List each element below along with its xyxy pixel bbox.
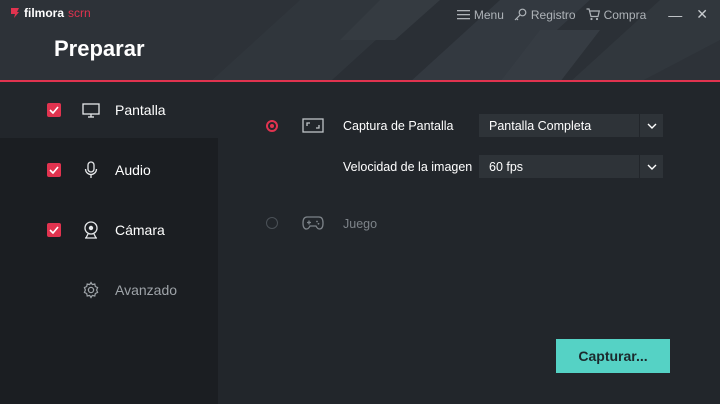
gamepad-icon bbox=[302, 216, 324, 230]
app-window: filmora scrn Preparar Menu Registro Comp… bbox=[0, 0, 720, 404]
menu-button[interactable]: Menu bbox=[456, 7, 504, 22]
logo-product: scrn bbox=[68, 6, 91, 20]
capture-button[interactable]: Capturar... bbox=[556, 339, 670, 373]
logo-brand: filmora bbox=[24, 6, 65, 20]
registro-label: Registro bbox=[530, 7, 576, 22]
chevron-down-icon bbox=[639, 155, 663, 178]
hamburger-icon bbox=[456, 10, 470, 20]
registro-button[interactable]: Registro bbox=[514, 8, 576, 22]
compra-label: Compra bbox=[603, 7, 647, 22]
menu-label: Menu bbox=[473, 7, 504, 22]
framerate-select[interactable]: 60 fps bbox=[479, 155, 663, 178]
main-panel: Captura de Pantalla Pantalla Completa Ve… bbox=[218, 82, 720, 404]
top-menu: Menu Registro Compra — ✕ bbox=[456, 6, 708, 23]
sidebar-item-pantalla[interactable]: Pantalla bbox=[0, 82, 218, 138]
sidebar-item-label: Avanzado bbox=[115, 282, 178, 298]
sidebar-item-avanzado[interactable]: Avanzado bbox=[0, 262, 218, 318]
sidebar: Pantalla Audio Cámara Avanzado bbox=[0, 82, 218, 404]
close-button[interactable]: ✕ bbox=[696, 6, 708, 23]
screen-capture-radio[interactable] bbox=[266, 120, 278, 132]
sidebar-item-label: Cámara bbox=[115, 222, 165, 238]
screen-mode-value: Pantalla Completa bbox=[489, 118, 592, 133]
microphone-icon bbox=[81, 160, 101, 180]
checkmark-icon bbox=[49, 166, 59, 174]
game-capture-radio[interactable] bbox=[266, 217, 278, 229]
framerate-value: 60 fps bbox=[489, 159, 524, 174]
camara-checkbox[interactable] bbox=[47, 223, 61, 237]
game-capture-label: Juego bbox=[343, 217, 378, 231]
framerate-label: Velocidad de la imagen bbox=[343, 160, 473, 174]
screen-mode-select[interactable]: Pantalla Completa bbox=[479, 114, 663, 137]
key-icon bbox=[514, 8, 527, 21]
checkmark-icon bbox=[49, 226, 59, 234]
header: filmora scrn Preparar Menu Registro Comp… bbox=[0, 0, 720, 82]
sidebar-item-label: Audio bbox=[115, 162, 151, 178]
pantalla-checkbox[interactable] bbox=[47, 103, 61, 117]
screen-capture-label: Captura de Pantalla bbox=[343, 119, 454, 133]
filmora-logo-icon bbox=[11, 8, 19, 18]
screen-capture-icon bbox=[302, 118, 324, 133]
webcam-icon bbox=[81, 220, 101, 240]
chevron-down-icon bbox=[639, 114, 663, 137]
minimize-button[interactable]: — bbox=[668, 7, 682, 23]
gear-icon bbox=[81, 280, 101, 300]
compra-button[interactable]: Compra bbox=[586, 7, 647, 22]
sidebar-item-audio[interactable]: Audio bbox=[0, 142, 218, 198]
checkmark-icon bbox=[49, 106, 59, 114]
app-logo: filmora scrn bbox=[10, 6, 91, 20]
sidebar-item-camara[interactable]: Cámara bbox=[0, 202, 218, 258]
audio-checkbox[interactable] bbox=[47, 163, 61, 177]
cart-icon bbox=[586, 8, 600, 21]
page-title: Preparar bbox=[54, 36, 145, 61]
monitor-icon bbox=[81, 100, 101, 120]
sidebar-item-label: Pantalla bbox=[115, 102, 166, 118]
